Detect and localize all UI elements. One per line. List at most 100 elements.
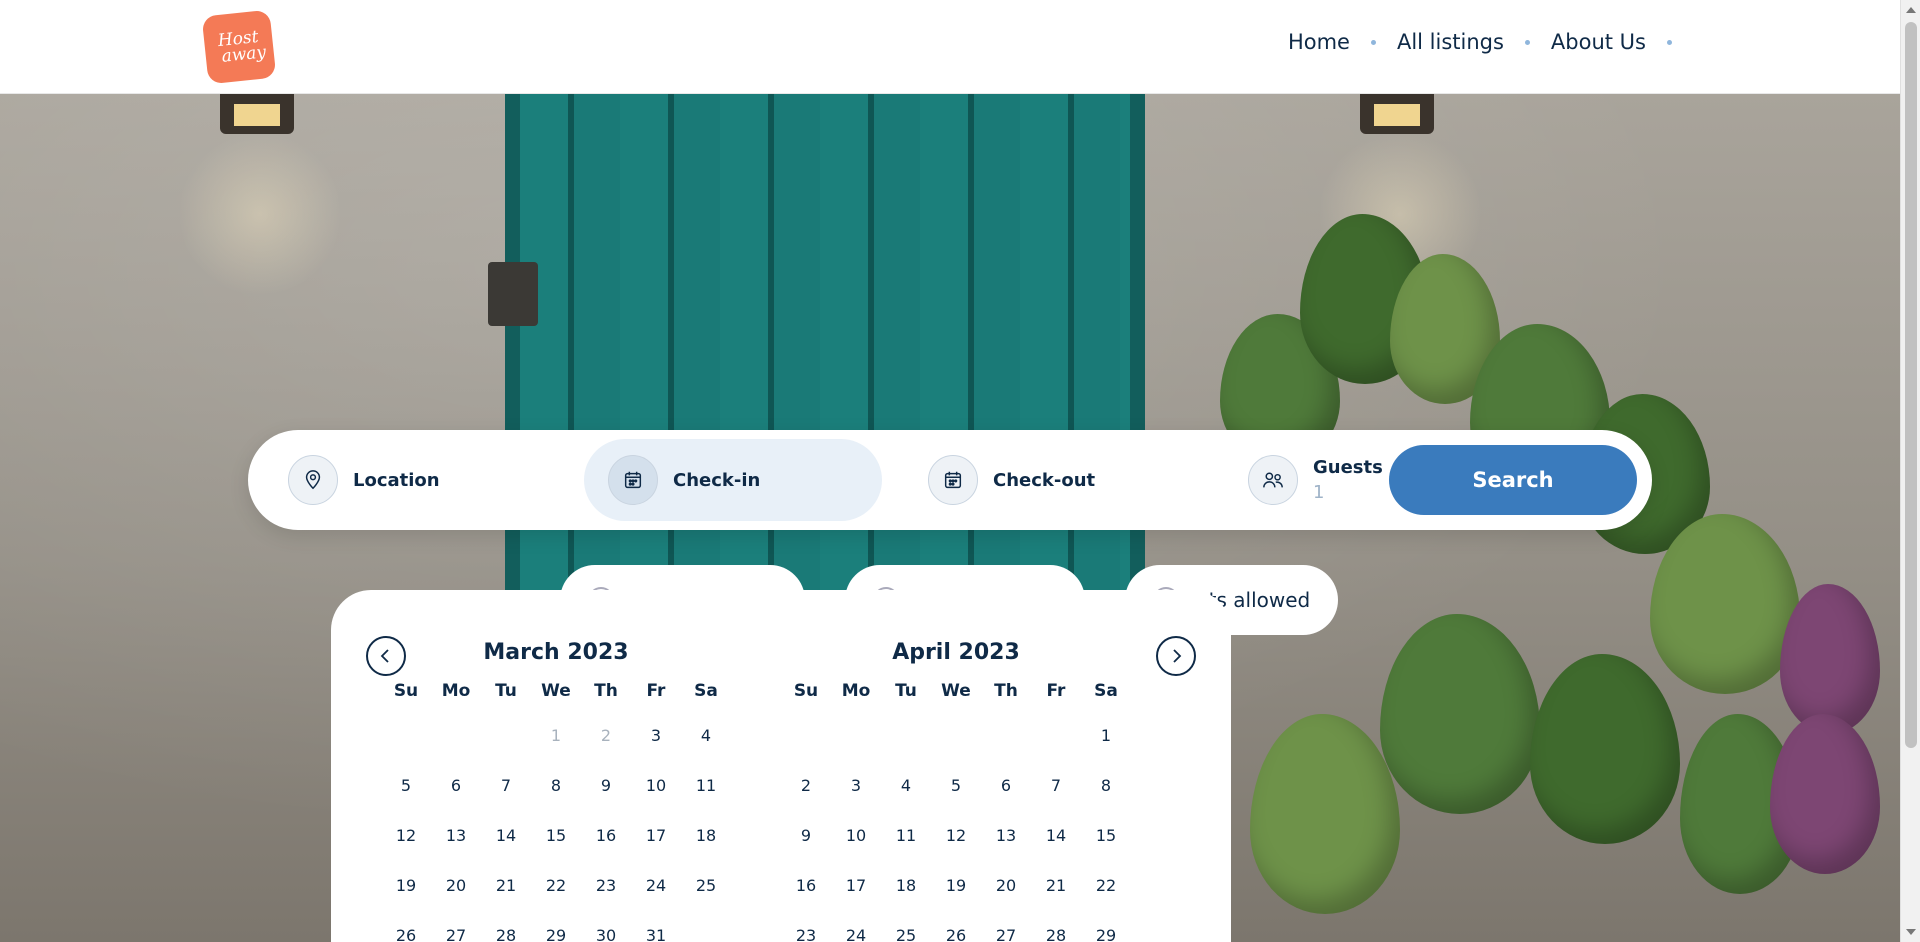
calendar-day[interactable]: 8	[531, 761, 581, 811]
weekday-label: Th	[994, 681, 1018, 701]
calendar-day[interactable]: 2	[781, 761, 831, 811]
calendar-day[interactable]: 29	[1081, 911, 1131, 942]
weekday-label: Su	[793, 681, 819, 701]
guests-field[interactable]: Guests 1	[1224, 439, 1383, 521]
weekday-label: Fr	[1046, 681, 1066, 701]
calendar-day[interactable]: 3	[631, 711, 681, 761]
main-nav: Home All listings About Us	[1288, 30, 1672, 54]
calendar-day[interactable]: 9	[781, 811, 831, 861]
calendar-day-empty	[831, 711, 881, 761]
calendar-day[interactable]: 19	[381, 861, 431, 911]
calendar-day[interactable]: 14	[1031, 811, 1081, 861]
calendar-day-empty	[881, 711, 931, 761]
search-button[interactable]: Search	[1389, 445, 1637, 515]
checkout-label: Check-out	[993, 469, 1096, 491]
nav-all-listings[interactable]: All listings	[1397, 30, 1504, 54]
calendar-day[interactable]: 15	[531, 811, 581, 861]
calendar-day[interactable]: 26	[931, 911, 981, 942]
day-grid: 1 2 3 4 5 6 7 8 9 10 11 12 13 14 15 16 17 18 19 20 21 22 23 24 2…	[781, 711, 1131, 942]
calendar-day[interactable]: 9	[581, 761, 631, 811]
month-title: April 2023	[892, 640, 1020, 665]
calendar-day[interactable]: 6	[431, 761, 481, 811]
calendar-day[interactable]: 25	[881, 911, 931, 942]
calendar-day[interactable]: 3	[831, 761, 881, 811]
intercom	[488, 262, 538, 326]
nav-separator-dot	[1667, 39, 1672, 45]
weekday-label: Sa	[1094, 681, 1118, 701]
weekday-label: Tu	[895, 681, 917, 701]
checkout-field[interactable]: Check-out	[904, 439, 1204, 521]
calendar-day[interactable]: 10	[831, 811, 881, 861]
search-bar: Location Check-in Check-out Guests 1 Sea…	[248, 430, 1652, 530]
nav-home[interactable]: Home	[1288, 30, 1350, 54]
calendar-day[interactable]: 17	[831, 861, 881, 911]
calendar-day[interactable]: 25	[681, 861, 731, 911]
weekday-label: Th	[594, 681, 618, 701]
location-label: Location	[353, 469, 440, 491]
wall-lamp-left	[220, 94, 294, 134]
calendar-day[interactable]: 26	[381, 911, 431, 942]
calendar-day[interactable]: 10	[631, 761, 681, 811]
checkin-field[interactable]: Check-in	[584, 439, 882, 521]
calendar-day[interactable]: 18	[681, 811, 731, 861]
guests-icon	[1248, 455, 1298, 505]
calendar-day[interactable]: 1	[1081, 711, 1131, 761]
calendar-day[interactable]: 31	[631, 911, 681, 942]
weekday-label: Tu	[495, 681, 517, 701]
hostaway-logo[interactable]: Host away	[201, 9, 277, 85]
calendar-day[interactable]: 21	[481, 861, 531, 911]
location-field[interactable]: Location	[264, 439, 564, 521]
scroll-down-arrow-icon[interactable]	[1906, 929, 1916, 935]
nav-about-us[interactable]: About Us	[1551, 30, 1646, 54]
calendar-day[interactable]: 29	[531, 911, 581, 942]
calendar-day[interactable]: 12	[381, 811, 431, 861]
calendar-day[interactable]: 12	[931, 811, 981, 861]
calendar-day[interactable]: 24	[831, 911, 881, 942]
calendar-day[interactable]: 23	[581, 861, 631, 911]
calendar-day[interactable]: 7	[1031, 761, 1081, 811]
calendar-day[interactable]: 14	[481, 811, 531, 861]
calendar-day[interactable]: 13	[431, 811, 481, 861]
scroll-up-arrow-icon[interactable]	[1906, 7, 1916, 13]
calendar-day-empty	[681, 911, 731, 942]
calendar-day[interactable]: 18	[881, 861, 931, 911]
calendar-day: 1	[550, 726, 562, 745]
next-month-button[interactable]	[1156, 636, 1196, 676]
calendar-day[interactable]: 17	[631, 811, 681, 861]
calendar-day[interactable]: 4	[681, 711, 731, 761]
calendar-day-empty	[381, 711, 431, 761]
calendar-day[interactable]: 15	[1081, 811, 1131, 861]
calendar-day[interactable]: 20	[431, 861, 481, 911]
calendar-day-empty	[931, 711, 981, 761]
calendar-day[interactable]: 30	[581, 911, 631, 942]
calendar-day[interactable]: 4	[881, 761, 931, 811]
calendar-day[interactable]: 8	[1081, 761, 1131, 811]
calendar-day[interactable]: 23	[781, 911, 831, 942]
weekday-header: Su Mo Tu We Th Fr Sa	[781, 681, 1131, 701]
calendar-day[interactable]: 11	[681, 761, 731, 811]
calendar-day[interactable]: 5	[931, 761, 981, 811]
logo-text: away	[220, 42, 267, 67]
calendar-day[interactable]: 7	[481, 761, 531, 811]
page-scrollbar[interactable]	[1900, 0, 1920, 942]
calendar-day[interactable]: 20	[981, 861, 1031, 911]
calendar-day[interactable]: 6	[981, 761, 1031, 811]
calendar-day-empty	[481, 711, 531, 761]
guests-label: Guests	[1313, 457, 1383, 478]
calendar-day[interactable]: 22	[531, 861, 581, 911]
calendar-day[interactable]: 24	[631, 861, 681, 911]
calendar-day[interactable]: 5	[381, 761, 431, 811]
calendar-day[interactable]: 22	[1081, 861, 1131, 911]
calendar-day[interactable]: 27	[981, 911, 1031, 942]
calendar-day[interactable]: 13	[981, 811, 1031, 861]
calendar-day[interactable]: 19	[931, 861, 981, 911]
calendar-day[interactable]: 21	[1031, 861, 1081, 911]
date-picker: March 2023 Su Mo Tu We Th Fr Sa 12345678…	[331, 590, 1231, 942]
calendar-day[interactable]: 27	[431, 911, 481, 942]
scrollbar-thumb[interactable]	[1905, 22, 1917, 748]
calendar-day[interactable]: 28	[1031, 911, 1081, 942]
calendar-day[interactable]: 16	[781, 861, 831, 911]
calendar-day[interactable]: 11	[881, 811, 931, 861]
calendar-day[interactable]: 28	[481, 911, 531, 942]
calendar-day[interactable]: 16	[581, 811, 631, 861]
